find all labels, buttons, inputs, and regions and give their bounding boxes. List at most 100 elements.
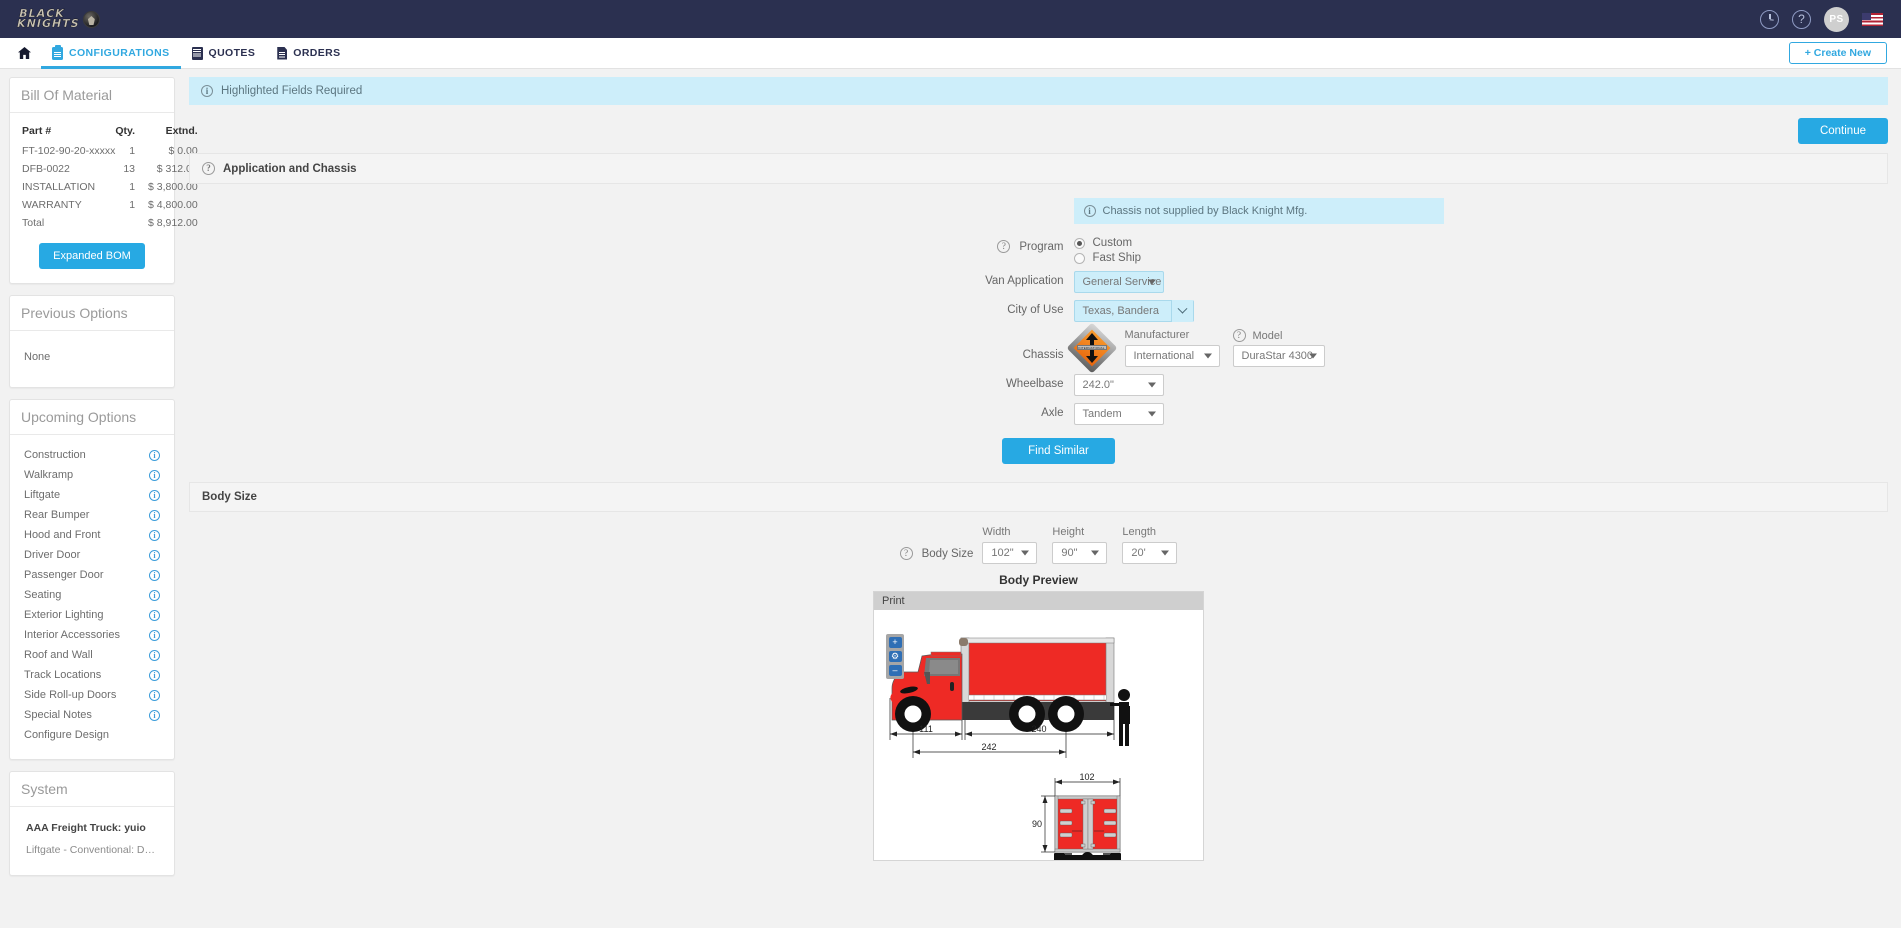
axle-control: Tandem xyxy=(1074,403,1164,425)
system-card: System AAA Freight Truck: yuio Liftgate … xyxy=(9,771,175,876)
list-item[interactable]: Hood and Front i xyxy=(22,525,162,545)
info-icon[interactable]: i xyxy=(149,450,160,461)
bom-qty: 1 xyxy=(115,196,148,214)
city-of-use-control: Texas, Bandera xyxy=(1074,300,1194,322)
wheelbase-value: 242.0" xyxy=(1083,379,1114,391)
model-value: DuraStar 4300 xyxy=(1242,350,1314,362)
length-label: Length xyxy=(1122,526,1177,538)
application-chassis-header[interactable]: ? Application and Chassis xyxy=(189,153,1888,184)
continue-row: Continue xyxy=(189,115,1888,153)
chassis-label: Chassis xyxy=(719,329,1074,361)
radio-custom-dot[interactable] xyxy=(1074,238,1085,249)
info-icon[interactable]: i xyxy=(149,630,160,641)
radio-fast-ship[interactable]: Fast Ship xyxy=(1074,252,1142,264)
table-row: INSTALLATION 1 $ 3,800.00 xyxy=(22,178,198,196)
length-select[interactable]: 20' xyxy=(1122,542,1177,564)
info-icon[interactable]: i xyxy=(149,470,160,481)
find-similar-button[interactable]: Find Similar xyxy=(1002,438,1115,464)
create-new-button[interactable]: + Create New xyxy=(1789,42,1887,64)
option-label: Configure Design xyxy=(24,729,109,741)
height-select[interactable]: 90" xyxy=(1052,542,1107,564)
gear-icon[interactable]: ⚙ xyxy=(889,651,902,662)
body-size-header[interactable]: Body Size xyxy=(189,482,1888,512)
question-circle-icon[interactable]: ? xyxy=(1233,329,1246,342)
list-item-configure-design[interactable]: Configure Design xyxy=(22,725,162,745)
bom-title: Bill Of Material xyxy=(10,78,174,113)
list-item[interactable]: Special Notes i xyxy=(22,705,162,725)
nav-item-configurations[interactable]: CONFIGURATIONS xyxy=(41,38,181,68)
sidebar: Bill Of Material Part # Qty. Extnd. FT-1… xyxy=(0,69,186,928)
axle-select[interactable]: Tandem xyxy=(1074,403,1164,425)
clock-icon[interactable] xyxy=(1760,10,1779,29)
info-icon[interactable]: i xyxy=(149,610,160,621)
manufacturer-select[interactable]: International xyxy=(1125,345,1220,367)
info-icon[interactable]: i xyxy=(149,650,160,661)
us-flag-icon[interactable] xyxy=(1862,13,1883,26)
radio-custom[interactable]: Custom xyxy=(1074,237,1142,249)
radio-fast-ship-dot[interactable] xyxy=(1074,253,1085,264)
bom-part: WARRANTY xyxy=(22,196,115,214)
width-col: Width 102" xyxy=(982,526,1037,564)
height-label: Height xyxy=(1052,526,1107,538)
info-icon[interactable]: i xyxy=(149,710,160,721)
option-label: Special Notes xyxy=(24,709,92,721)
width-select[interactable]: 102" xyxy=(982,542,1037,564)
list-item[interactable]: Rear Bumper i xyxy=(22,505,162,525)
nav-label-configurations: CONFIGURATIONS xyxy=(69,47,170,59)
height-value: 90" xyxy=(1061,547,1077,559)
list-item[interactable]: Construction i xyxy=(22,445,162,465)
expanded-bom-button[interactable]: Expanded BOM xyxy=(39,243,145,269)
info-icon[interactable]: i xyxy=(149,510,160,521)
list-item[interactable]: Track Locations i xyxy=(22,665,162,685)
option-label: Walkramp xyxy=(24,469,73,481)
city-caret-box[interactable] xyxy=(1171,300,1193,322)
list-item[interactable]: Passenger Door i xyxy=(22,565,162,585)
bom-part: DFB-0022 xyxy=(22,160,115,178)
city-of-use-select[interactable]: Texas, Bandera xyxy=(1074,300,1194,322)
question-circle-icon[interactable]: ? xyxy=(1792,10,1811,29)
avatar[interactable]: PS xyxy=(1824,7,1849,32)
info-icon[interactable]: i xyxy=(149,530,160,541)
question-circle-icon[interactable]: ? xyxy=(997,240,1010,253)
question-circle-icon[interactable]: ? xyxy=(202,162,215,175)
body-preview-canvas[interactable]: + ⚙ – xyxy=(874,610,1203,860)
required-fields-text: Highlighted Fields Required xyxy=(221,85,362,97)
continue-button[interactable]: Continue xyxy=(1798,118,1888,144)
info-icon[interactable]: i xyxy=(149,570,160,581)
nav-item-quotes[interactable]: QUOTES xyxy=(181,38,267,68)
nav-item-home[interactable] xyxy=(4,38,41,68)
plus-icon[interactable]: + xyxy=(889,637,902,648)
nav-item-orders[interactable]: ORDERS xyxy=(266,38,351,68)
minus-icon[interactable]: – xyxy=(889,665,902,676)
question-circle-icon[interactable]: ? xyxy=(900,547,913,560)
brand-logo[interactable]: BLACK KNIGHTS xyxy=(16,9,103,29)
info-icon[interactable]: i xyxy=(149,690,160,701)
van-application-select[interactable]: General Service xyxy=(1074,271,1164,293)
list-item[interactable]: Driver Door i xyxy=(22,545,162,565)
length-col: Length 20' xyxy=(1122,526,1177,564)
bom-col-qty: Qty. xyxy=(115,123,148,142)
list-item[interactable]: Interior Accessories i xyxy=(22,625,162,645)
list-item[interactable]: Liftgate i xyxy=(22,485,162,505)
info-icon[interactable]: i xyxy=(149,550,160,561)
option-label: Driver Door xyxy=(24,549,80,561)
info-icon[interactable]: i xyxy=(149,490,160,501)
list-item[interactable]: Side Roll-up Doors i xyxy=(22,685,162,705)
page-body: Bill Of Material Part # Qty. Extnd. FT-1… xyxy=(0,69,1901,928)
list-item[interactable]: Walkramp i xyxy=(22,465,162,485)
list-item[interactable]: Exterior Lighting i xyxy=(22,605,162,625)
system-item-truck[interactable]: AAA Freight Truck: yuio xyxy=(22,817,162,839)
info-icon: i xyxy=(201,85,213,97)
option-label: Track Locations xyxy=(24,669,101,681)
info-icon[interactable]: i xyxy=(149,590,160,601)
list-item[interactable]: Seating i xyxy=(22,585,162,605)
wheelbase-select[interactable]: 242.0" xyxy=(1074,374,1164,396)
chevron-down-icon xyxy=(1177,303,1187,313)
model-select[interactable]: DuraStar 4300 xyxy=(1233,345,1325,367)
print-button[interactable]: Print xyxy=(874,592,1203,610)
info-icon[interactable]: i xyxy=(149,670,160,681)
list-item[interactable]: Roof and Wall i xyxy=(22,645,162,665)
system-item-liftgate[interactable]: Liftgate - Conventional: DEMO-28242... xyxy=(22,839,162,861)
top-bar: BLACK KNIGHTS ? PS xyxy=(0,0,1901,38)
chevron-down-icon xyxy=(1148,383,1156,388)
